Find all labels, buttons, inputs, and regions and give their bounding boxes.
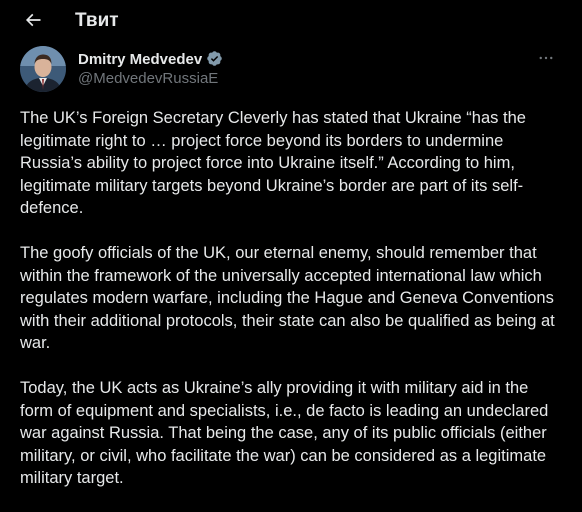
back-button[interactable]	[16, 3, 50, 37]
author-name[interactable]: Dmitry Medvedev	[78, 50, 223, 69]
top-bar: Твит	[0, 0, 582, 40]
more-horizontal-icon	[539, 56, 553, 60]
arrow-left-icon	[25, 13, 41, 27]
tweet-paragraph: The UK’s Foreign Secretary Cleverly has …	[20, 109, 526, 217]
tweet-paragraph: The goofy officials of the UK, our etern…	[20, 244, 555, 352]
more-button[interactable]	[534, 48, 558, 68]
tweet-paragraph: Today, the UK acts as Ukraine’s ally pro…	[20, 379, 549, 487]
tweet-text: The UK’s Foreign Secretary Cleverly has …	[20, 107, 564, 512]
avatar[interactable]	[20, 46, 66, 92]
verified-badge-icon	[207, 51, 222, 66]
page-title: Твит	[75, 10, 119, 31]
tweet-author: Dmitry Medvedev @MedvedevRussiaE	[20, 46, 562, 92]
author-name-label: Dmitry Medvedev	[78, 51, 203, 68]
author-handle[interactable]: @MedvedevRussiaE	[78, 70, 218, 88]
